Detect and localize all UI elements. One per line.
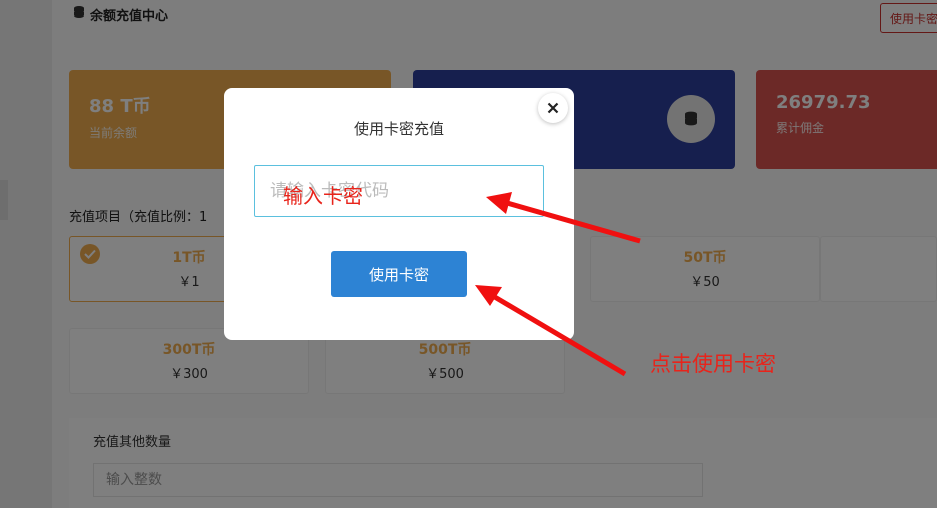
annotation-button-hint: 点击使用卡密 <box>650 352 776 376</box>
arrow-to-input-icon <box>486 192 641 244</box>
annotation-arrows <box>475 192 641 377</box>
arrow-to-button-icon <box>475 285 627 377</box>
